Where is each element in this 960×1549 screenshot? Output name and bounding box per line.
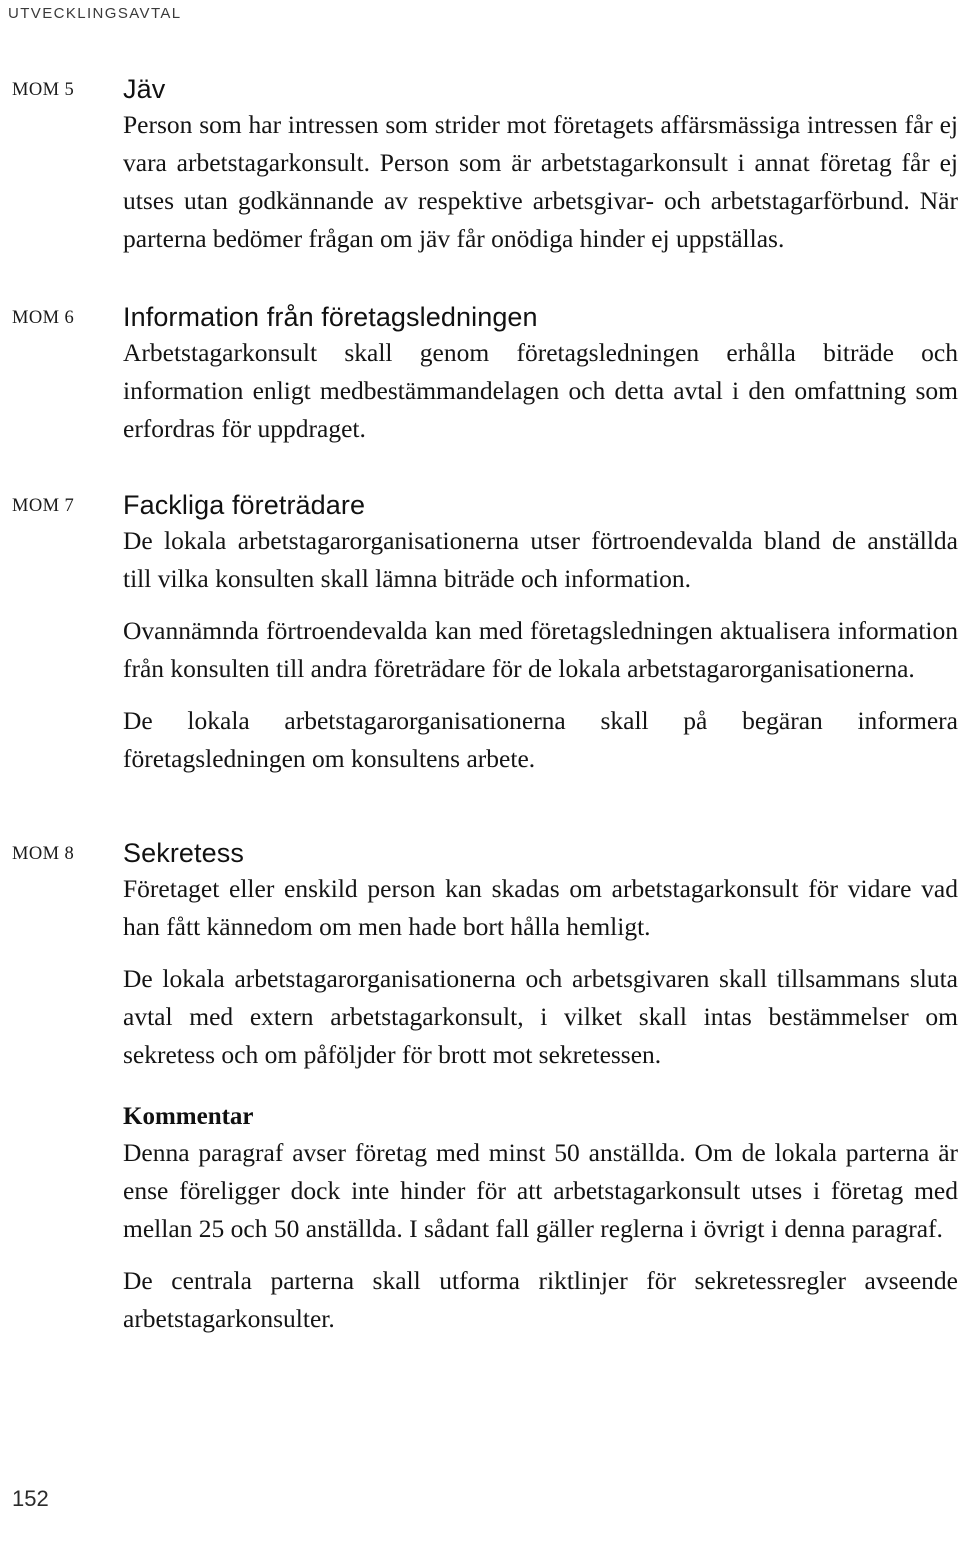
section-mom-8: MOM 8 Sekretess Företaget eller enskild … <box>0 836 960 1338</box>
section-heading-mom-8: Sekretess <box>123 838 244 868</box>
running-header: UTVECKLINGSAVTAL <box>8 5 182 22</box>
section-body-mom-6: Information från företagsledningen Arbet… <box>123 300 958 448</box>
section-label-mom-8: MOM 8 <box>12 844 75 864</box>
paragraph: De centrala parterna skall utforma riktl… <box>123 1266 958 1333</box>
paragraph: De lokala arbetstagarorganisationerna oc… <box>123 964 958 1069</box>
document-page: UTVECKLINGSAVTAL MOM 5 Jäv Person som ha… <box>0 0 960 1549</box>
section-mom-5: MOM 5 Jäv Person som har intressen som s… <box>0 72 960 258</box>
section-heading-mom-5: Jäv <box>123 74 166 104</box>
section-label-mom-5: MOM 5 <box>12 80 75 100</box>
section-mom-6: MOM 6 Information från företagsledningen… <box>0 300 960 448</box>
section-body-mom-7: Fackliga företrädare De lokala arbetstag… <box>123 488 958 778</box>
paragraph: Ovannämnda förtroendevalda kan med föret… <box>123 616 958 683</box>
paragraph: De lokala arbetstagarorganisationerna ut… <box>123 526 958 593</box>
section-heading-mom-7: Fackliga företrädare <box>123 490 366 520</box>
section-mom-7: MOM 7 Fackliga företrädare De lokala arb… <box>0 488 960 778</box>
paragraph: Arbetstagarkonsult skall genom företagsl… <box>123 338 958 443</box>
comment-subheading: Kommentar <box>123 1103 254 1130</box>
section-label-mom-7: MOM 7 <box>12 496 75 516</box>
section-body-mom-8: Sekretess Företaget eller enskild person… <box>123 836 958 1338</box>
page-content: MOM 5 Jäv Person som har intressen som s… <box>0 72 960 1338</box>
page-number: 152 <box>12 1486 49 1511</box>
paragraph: Denna paragraf avser företag med minst 5… <box>123 1138 958 1243</box>
comment-block: Kommentar Denna paragraf avser företag m… <box>123 1100 958 1338</box>
section-heading-mom-6: Information från företagsledningen <box>123 302 538 332</box>
section-body-mom-5: Jäv Person som har intressen som strider… <box>123 72 958 258</box>
paragraph: Företaget eller enskild person kan skada… <box>123 874 958 941</box>
paragraph: De lokala arbetstagarorganisationerna sk… <box>123 706 958 773</box>
paragraph: Person som har intressen som strider mot… <box>123 110 958 253</box>
section-label-mom-6: MOM 6 <box>12 308 75 328</box>
